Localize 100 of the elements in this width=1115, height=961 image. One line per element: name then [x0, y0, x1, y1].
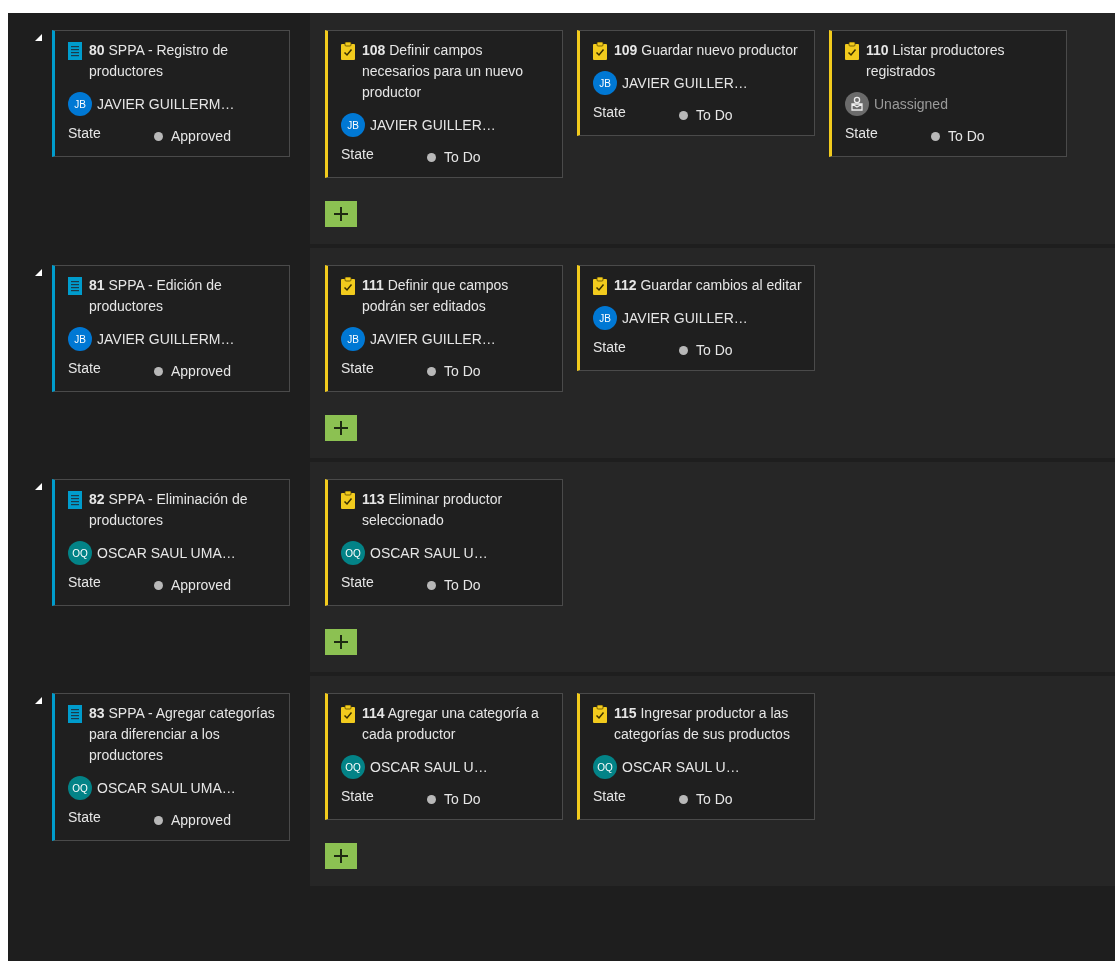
card-title[interactable]: 80 SPPA - Registro de productores [89, 40, 279, 82]
plus-icon [333, 848, 349, 864]
field-label: State [593, 788, 627, 804]
state-value[interactable]: Approved [171, 577, 231, 593]
expand-toggle[interactable] [35, 483, 42, 490]
work-item-card[interactable]: 80 SPPA - Registro de productores JB JAVIER GUILLERM… State Approved [52, 30, 290, 157]
state-value[interactable]: To Do [696, 791, 733, 807]
state-dot [154, 580, 163, 590]
assignee-name[interactable]: JAVIER GUILLER… [622, 75, 748, 91]
plus-icon [333, 420, 349, 436]
clipboard-check-icon [341, 491, 355, 509]
field-label: State [68, 809, 102, 825]
avatar: OQ [341, 541, 365, 565]
assignee-name[interactable]: OSCAR SAUL U… [370, 545, 488, 561]
avatar: JB [68, 327, 92, 351]
work-item-card[interactable]: 108 Definir campos necesarios para un nuevo productor JB JAVIER GUILLER… State To Do [325, 30, 563, 178]
clipboard-check-icon [845, 42, 859, 60]
add-task-button[interactable] [325, 629, 357, 655]
avatar: OQ [68, 541, 92, 565]
field-label: State [845, 125, 879, 141]
state-dot [427, 366, 436, 376]
work-item-card[interactable]: 82 SPPA - Eliminación de productores OQ OSCAR SAUL UMA… State Approved [52, 479, 290, 606]
state-dot [679, 345, 688, 355]
field-label: State [593, 104, 627, 120]
card-title[interactable]: 82 SPPA - Eliminación de productores [89, 489, 279, 531]
assignee-name[interactable]: JAVIER GUILLER… [622, 310, 748, 326]
card-title[interactable]: 112 Guardar cambios al editar [614, 275, 802, 296]
add-task-button[interactable] [325, 415, 357, 441]
state-dot [154, 131, 163, 141]
assignee-name[interactable]: Unassigned [874, 96, 948, 112]
state-value[interactable]: Approved [171, 363, 231, 379]
clipboard-check-icon [593, 277, 607, 295]
card-title[interactable]: 111 Definir que campos podrán ser editados [362, 275, 552, 317]
field-label: State [341, 574, 375, 590]
state-value[interactable]: To Do [948, 128, 985, 144]
clipboard-check-icon [593, 42, 607, 60]
clipboard-check-icon [341, 42, 355, 60]
clipboard-check-icon [341, 705, 355, 723]
expand-toggle[interactable] [35, 697, 42, 704]
state-dot [427, 794, 436, 804]
assignee-name[interactable]: JAVIER GUILLERM… [97, 331, 235, 347]
state-value[interactable]: To Do [444, 791, 481, 807]
document-icon [68, 42, 82, 60]
work-item-card[interactable]: 83 SPPA - Agregar categorías para diferenciar a los productores OQ OSCAR SAUL UMA… State Approved [52, 693, 290, 841]
work-item-card[interactable]: 109 Guardar nuevo productor JB JAVIER GUILLER… State To Do [577, 30, 815, 136]
add-task-button[interactable] [325, 843, 357, 869]
state-value[interactable]: To Do [696, 342, 733, 358]
work-item-card[interactable]: 113 Eliminar productor seleccionado OQ OSCAR SAUL U… State To Do [325, 479, 563, 606]
work-item-card[interactable]: 112 Guardar cambios al editar JB JAVIER GUILLER… State To Do [577, 265, 815, 371]
assignee-name[interactable]: OSCAR SAUL U… [370, 759, 488, 775]
plus-icon [333, 206, 349, 222]
card-title[interactable]: 109 Guardar nuevo productor [614, 40, 798, 61]
work-item-card[interactable]: 115 Ingresar productor a las categorías de sus productos OQ OSCAR SAUL U… State To Do [577, 693, 815, 820]
assignee-name[interactable]: OSCAR SAUL U… [622, 759, 740, 775]
state-value[interactable]: To Do [444, 149, 481, 165]
assignee-name[interactable]: OSCAR SAUL UMA… [97, 780, 236, 796]
avatar: JB [68, 92, 92, 116]
expand-toggle[interactable] [35, 269, 42, 276]
work-item-card[interactable]: 111 Definir que campos podrán ser editados JB JAVIER GUILLER… State To Do [325, 265, 563, 392]
add-task-button[interactable] [325, 201, 357, 227]
avatar: JB [341, 113, 365, 137]
state-dot [931, 131, 940, 141]
field-label: State [68, 360, 102, 376]
field-label: State [341, 146, 375, 162]
work-item-card[interactable]: 81 SPPA - Edición de productores JB JAVIER GUILLERM… State Approved [52, 265, 290, 392]
assignee-name[interactable]: OSCAR SAUL UMA… [97, 545, 236, 561]
card-title[interactable]: 108 Definir campos necesarios para un nuevo productor [362, 40, 552, 103]
card-title[interactable]: 114 Agregar una categoría a cada productor [362, 703, 552, 745]
state-value[interactable]: To Do [696, 107, 733, 123]
avatar: JB [341, 327, 365, 351]
assignee-name[interactable]: JAVIER GUILLERM… [97, 96, 235, 112]
avatar: JB [593, 306, 617, 330]
state-value[interactable]: To Do [444, 363, 481, 379]
avatar: OQ [341, 755, 365, 779]
assignee-name[interactable]: JAVIER GUILLER… [370, 331, 496, 347]
field-label: State [341, 360, 375, 376]
person-icon [845, 92, 869, 116]
card-title[interactable]: 81 SPPA - Edición de productores [89, 275, 279, 317]
field-label: State [593, 339, 627, 355]
document-icon [68, 705, 82, 723]
state-dot [154, 815, 163, 825]
state-value[interactable]: Approved [171, 128, 231, 144]
assignee-name[interactable]: JAVIER GUILLER… [370, 117, 496, 133]
field-label: State [341, 788, 375, 804]
state-dot [427, 580, 436, 590]
card-title[interactable]: 115 Ingresar productor a las categorías de sus productos [614, 703, 804, 745]
clipboard-check-icon [593, 705, 607, 723]
state-value[interactable]: To Do [444, 577, 481, 593]
plus-icon [333, 634, 349, 650]
avatar: OQ [593, 755, 617, 779]
field-label: State [68, 574, 102, 590]
state-value[interactable]: Approved [171, 812, 231, 828]
expand-toggle[interactable] [35, 34, 42, 41]
card-title[interactable]: 110 Listar productores registrados [866, 40, 1056, 82]
state-dot [427, 152, 436, 162]
state-dot [679, 110, 688, 120]
card-title[interactable]: 83 SPPA - Agregar categorías para diferenciar a los productores [89, 703, 279, 766]
work-item-card[interactable]: 110 Listar productores registrados Unassigned State To Do [829, 30, 1067, 157]
work-item-card[interactable]: 114 Agregar una categoría a cada productor OQ OSCAR SAUL U… State To Do [325, 693, 563, 820]
card-title[interactable]: 113 Eliminar productor seleccionado [362, 489, 552, 531]
